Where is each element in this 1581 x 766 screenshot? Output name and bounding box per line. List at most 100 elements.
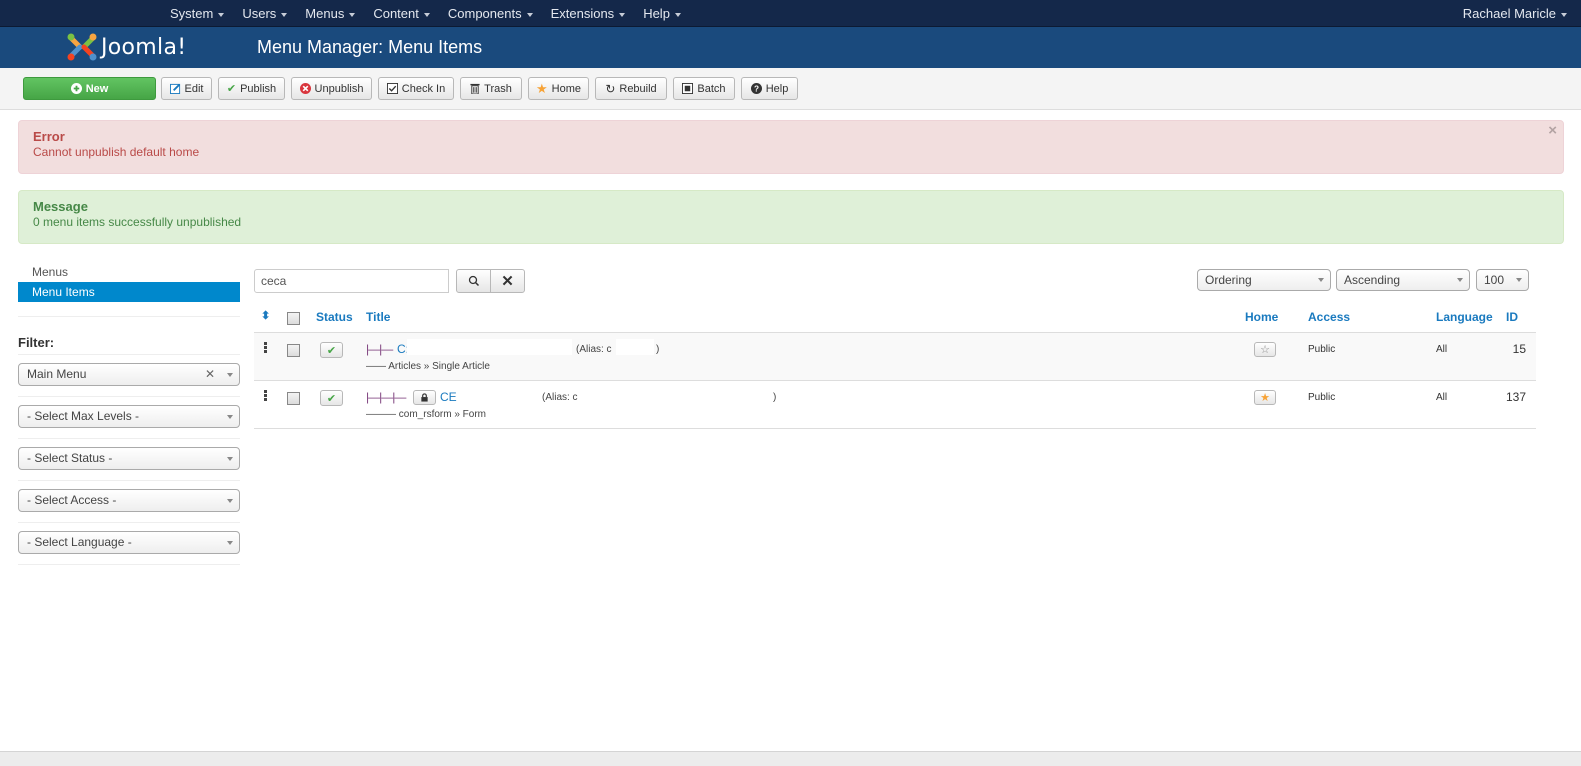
search-input[interactable] [254, 269, 449, 293]
button-label: Edit [184, 82, 204, 95]
item-title-link[interactable]: CE [440, 390, 457, 404]
select-all-checkbox[interactable] [287, 312, 300, 325]
column-title[interactable]: Title [366, 310, 390, 324]
menu-system[interactable]: System [170, 6, 225, 21]
column-status[interactable]: Status [316, 310, 353, 324]
alert-title: Error [33, 129, 65, 144]
button-label: Publish [240, 82, 277, 95]
menu-components[interactable]: Components [448, 6, 533, 21]
redacted-region [407, 339, 572, 355]
alert-title: Message [33, 199, 88, 214]
table-header: ⬍ Status Title Home Access Language ID [254, 305, 1536, 333]
close-icon[interactable]: × [1548, 122, 1557, 139]
published-toggle[interactable]: ✔ [320, 390, 343, 406]
button-label: Rebuild [619, 82, 657, 95]
star-outline-icon: ☆ [1260, 344, 1270, 356]
column-id[interactable]: ID [1506, 310, 1518, 324]
menu-extensions[interactable]: Extensions [551, 6, 626, 21]
publish-button[interactable]: ✔ Publish [218, 77, 285, 100]
column-language[interactable]: Language [1436, 310, 1493, 324]
menu-filter-select[interactable]: Main Menu ✕ [18, 363, 240, 386]
alert-text: Cannot unpublish default home [33, 145, 200, 159]
rebuild-button[interactable]: ↻ Rebuild [595, 77, 667, 100]
status-bar [0, 751, 1581, 766]
button-label: Home [551, 82, 581, 95]
button-label: Trash [484, 82, 512, 95]
filter-heading: Filter: [18, 335, 240, 355]
alert-text: 0 menu items successfully unpublished [33, 215, 242, 229]
table-row: ✔ |—|— C: (Alias: c ) —— Articles » Sing… [254, 333, 1536, 381]
select-value: - Select Status - [27, 451, 113, 465]
trash-button[interactable]: Trash [460, 77, 522, 100]
help-button[interactable]: ? Help [741, 77, 798, 100]
set-home-button[interactable]: ☆ [1254, 342, 1276, 357]
caret-down-icon [218, 12, 225, 17]
sidebar-item-menu-items[interactable]: Menu Items [18, 282, 240, 302]
drag-handle-icon[interactable] [264, 390, 267, 402]
row-checkbox[interactable] [287, 392, 300, 405]
item-alias: (Alias: c [576, 344, 612, 355]
select-value: - Select Access - [27, 493, 117, 507]
select-value: Ascending [1344, 273, 1401, 287]
user-menu[interactable]: Rachael Maricle [1463, 0, 1567, 27]
menu-content[interactable]: Content [373, 6, 430, 21]
caret-down-icon [423, 12, 430, 17]
limit-select[interactable]: 100 [1476, 269, 1529, 291]
menu-menus[interactable]: Menus [305, 6, 356, 21]
column-home[interactable]: Home [1245, 310, 1278, 324]
language-select[interactable]: - Select Language - [18, 531, 240, 554]
max-levels-select[interactable]: - Select Max Levels - [18, 405, 240, 428]
sidebar-item-menus[interactable]: Menus [18, 262, 240, 282]
button-label: Check In [401, 82, 446, 95]
redacted-region [581, 387, 769, 403]
batch-icon [682, 83, 694, 94]
star-icon: ★ [536, 80, 548, 96]
refresh-icon: ↻ [605, 81, 616, 96]
home-button[interactable]: ★ Home [528, 77, 589, 100]
select-value: Main Menu [27, 367, 87, 381]
sort-ordering-icon[interactable]: ⬍ [261, 309, 270, 322]
access-select[interactable]: - Select Access - [18, 489, 240, 512]
edit-icon [169, 83, 181, 94]
new-button[interactable]: New [23, 77, 156, 100]
menu-label: Help [643, 6, 670, 21]
status-select[interactable]: - Select Status - [18, 447, 240, 470]
joomla-logo[interactable]: Joomla! [67, 31, 186, 63]
check-icon: ✔ [326, 392, 337, 405]
menu-label: Users [242, 6, 277, 21]
item-type-label: Articles » Single Article [388, 361, 490, 372]
search-button[interactable] [456, 269, 491, 293]
alias-close: ) [656, 344, 660, 355]
default-home-button[interactable]: ★ [1254, 390, 1276, 405]
clear-search-button[interactable]: ✕ [490, 269, 525, 293]
check-in-button[interactable]: Check In [378, 77, 454, 100]
page-title: Menu Manager: Menu Items [257, 37, 483, 57]
select-value: 100 [1484, 273, 1505, 287]
header-bar: Joomla! Menu Manager: Menu Items [0, 27, 1581, 68]
published-toggle[interactable]: ✔ [320, 342, 343, 358]
chevron-down-icon [227, 541, 233, 545]
language-cell: All [1436, 344, 1448, 355]
order-by-select[interactable]: Ordering [1197, 269, 1331, 291]
chevron-down-icon [227, 457, 233, 461]
button-label: Unpublish [314, 82, 364, 95]
menu-help[interactable]: Help [643, 6, 681, 21]
caret-down-icon [1561, 12, 1567, 17]
tree-indent: ——— [366, 409, 396, 420]
id-cell: 137 [1505, 390, 1526, 404]
menu-label: System [170, 6, 214, 21]
edit-button[interactable]: Edit [161, 77, 212, 100]
unpublish-button[interactable]: Unpublish [291, 77, 372, 100]
menu-label: Content [373, 6, 419, 21]
divider [18, 438, 240, 439]
clear-icon[interactable]: ✕ [205, 364, 215, 385]
menu-users[interactable]: Users [242, 6, 288, 21]
divider [18, 396, 240, 397]
direction-select[interactable]: Ascending [1336, 269, 1470, 291]
row-checkbox[interactable] [287, 344, 300, 357]
table-row: ✔ |—|—|— CE (Alias: c ) ——— com_rsform »… [254, 381, 1536, 429]
drag-handle-icon[interactable] [264, 342, 267, 354]
checked-out-button[interactable] [413, 390, 436, 405]
batch-button[interactable]: Batch [673, 77, 735, 100]
column-access[interactable]: Access [1308, 310, 1350, 324]
